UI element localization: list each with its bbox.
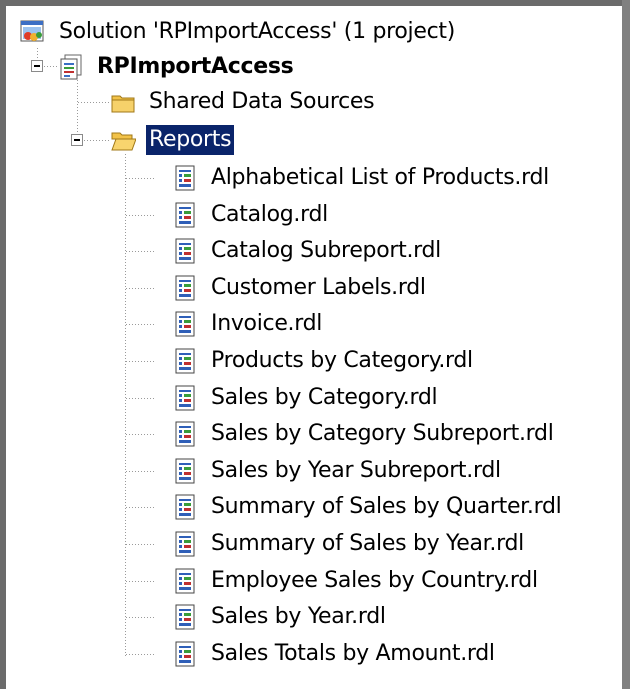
report-file-label: Sales Totals by Amount.rdl (211, 641, 495, 666)
tree-node-report[interactable]: Sales by Year Subreport.rdl (172, 453, 504, 489)
report-file-label: Summary of Sales by Quarter.rdl (211, 494, 562, 519)
solution-explorer-panel: Solution 'RPImportAccess' (1 project) RP… (0, 0, 630, 689)
report-file-label: Alphabetical List of Products.rdl (211, 165, 549, 190)
report-file-icon (172, 202, 198, 228)
report-file-label: Sales by Category Subreport.rdl (211, 421, 554, 446)
report-file-label: Sales by Year Subreport.rdl (211, 458, 501, 483)
report-file-icon (172, 385, 198, 411)
reports-collapse-toggle[interactable] (71, 134, 83, 146)
project-label: RPImportAccess (97, 54, 294, 79)
report-file-icon (172, 165, 198, 191)
tree-node-solution[interactable]: Solution 'RPImportAccess' (1 project) (20, 14, 458, 50)
tree-node-report[interactable]: Products by Category.rdl (172, 343, 476, 379)
tree-node-report[interactable]: Alphabetical List of Products.rdl (172, 160, 552, 196)
tree-node-report[interactable]: Summary of Sales by Year.rdl (172, 526, 527, 562)
tree-node-report[interactable]: Sales Totals by Amount.rdl (172, 636, 498, 672)
report-file-label: Employee Sales by Country.rdl (211, 568, 538, 593)
tree-node-report[interactable]: Sales by Category Subreport.rdl (172, 416, 557, 452)
report-file-icon (172, 348, 198, 374)
report-file-label: Products by Category.rdl (211, 348, 473, 373)
solution-icon (20, 19, 46, 45)
report-file-icon (172, 641, 198, 667)
tree-node-report[interactable]: Customer Labels.rdl (172, 270, 429, 306)
report-file-icon (172, 238, 198, 264)
report-file-label: Summary of Sales by Year.rdl (211, 531, 524, 556)
folder-open-icon (110, 127, 137, 153)
tree-node-report[interactable]: Invoice.rdl (172, 306, 325, 342)
solution-label: Solution 'RPImportAccess' (1 project) (59, 19, 455, 44)
tree-node-report[interactable]: Catalog.rdl (172, 197, 331, 233)
report-file-label: Invoice.rdl (211, 311, 323, 336)
tree-node-report[interactable]: Employee Sales by Country.rdl (172, 563, 541, 599)
report-file-label: Sales by Category.rdl (211, 385, 438, 410)
report-file-icon (172, 311, 198, 337)
reports-label: Reports (146, 125, 235, 155)
report-file-label: Customer Labels.rdl (211, 275, 426, 300)
project-collapse-toggle[interactable] (31, 60, 43, 72)
report-file-icon (172, 604, 198, 630)
tree-node-report[interactable]: Sales by Year.rdl (172, 599, 389, 635)
tree-node-reports[interactable]: Reports (110, 122, 235, 158)
report-file-icon (172, 275, 198, 301)
tree-node-report[interactable]: Summary of Sales by Quarter.rdl (172, 489, 564, 525)
folder-icon (110, 89, 136, 115)
shared-data-sources-label: Shared Data Sources (149, 89, 375, 114)
report-project-icon (58, 54, 84, 80)
report-file-label: Sales by Year.rdl (211, 604, 386, 629)
report-file-icon (172, 494, 198, 520)
report-file-icon (172, 421, 198, 447)
report-file-icon (172, 568, 198, 594)
report-file-label: Catalog.rdl (211, 202, 328, 227)
report-file-label: Catalog Subreport.rdl (211, 238, 441, 263)
report-file-icon (172, 531, 198, 557)
tree-node-shared-data-sources[interactable]: Shared Data Sources (110, 84, 377, 120)
report-file-icon (172, 458, 198, 484)
tree-node-report[interactable]: Catalog Subreport.rdl (172, 233, 444, 269)
tree-node-project[interactable]: RPImportAccess (58, 49, 296, 85)
tree-node-report[interactable]: Sales by Category.rdl (172, 380, 440, 416)
